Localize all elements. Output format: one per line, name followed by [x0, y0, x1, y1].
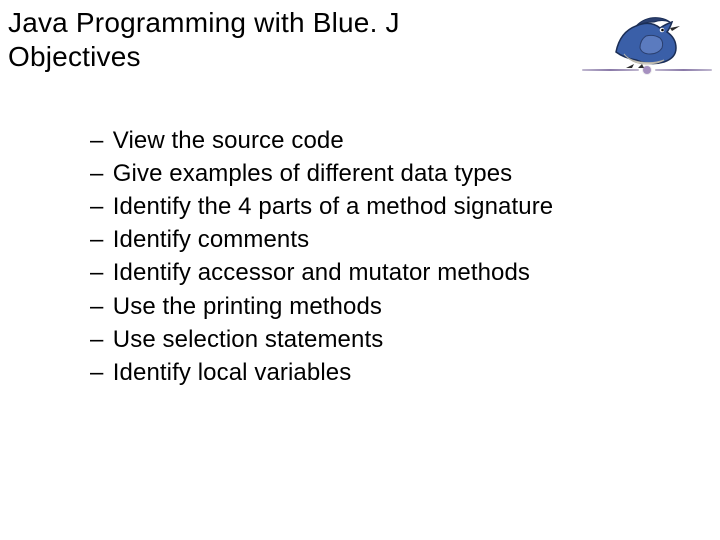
list-item: – Use the printing methods — [90, 290, 720, 323]
list-item-text: View the source code — [113, 127, 344, 154]
title-line-1: Java Programming with Blue. J — [8, 6, 582, 40]
bluej-bird-icon — [610, 12, 684, 68]
list-item: – View the source code — [90, 124, 720, 157]
bullet-dash: – — [90, 157, 106, 190]
list-item: – Identify local variables — [90, 356, 720, 389]
title-line-2: Objectives — [8, 40, 582, 74]
list-item-text: Use selection statements — [113, 326, 384, 353]
list-item-text: Give examples of different data types — [113, 160, 512, 187]
logo-underline-right — [655, 69, 712, 71]
bullet-dash: – — [90, 190, 106, 223]
objectives-list: – View the source code – Give examples o… — [90, 124, 720, 389]
bullet-dash: – — [90, 256, 106, 289]
list-item: – Identify accessor and mutator methods — [90, 256, 720, 289]
list-item: – Identify the 4 parts of a method signa… — [90, 190, 720, 223]
bullet-dash: – — [90, 323, 106, 356]
list-item-text: Identify the 4 parts of a method signatu… — [113, 193, 553, 220]
list-item: – Identify comments — [90, 223, 720, 256]
list-item-text: Identify local variables — [113, 359, 352, 386]
bullet-dash: – — [90, 124, 106, 157]
bullet-dash: – — [90, 290, 106, 323]
list-item-text: Identify comments — [113, 226, 309, 253]
list-item-text: Use the printing methods — [113, 293, 382, 320]
list-item: – Give examples of different data types — [90, 157, 720, 190]
bullet-dash: – — [90, 223, 106, 256]
list-item: – Use selection statements — [90, 323, 720, 356]
list-item-text: Identify accessor and mutator methods — [113, 259, 530, 286]
bullet-dash: – — [90, 356, 106, 389]
logo-area — [582, 2, 712, 74]
slide-header: Java Programming with Blue. J Objectives — [0, 0, 720, 78]
logo-underline-left — [582, 69, 639, 71]
title-block: Java Programming with Blue. J Objectives — [8, 6, 582, 73]
